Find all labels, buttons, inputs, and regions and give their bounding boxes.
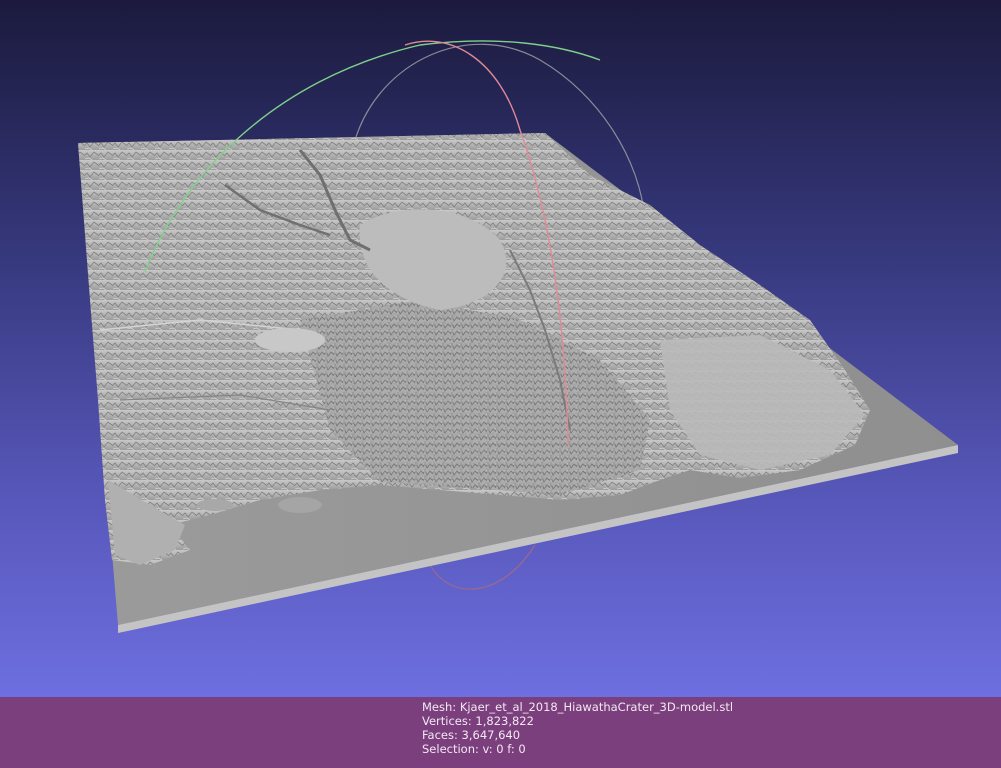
vertices-line: Vertices: 1,823,822 [422, 714, 733, 728]
status-bar: Mesh: Kjaer_et_al_2018_HiawathaCrater_3D… [0, 697, 1001, 768]
mesh-name: Kjaer_et_al_2018_HiawathaCrater_3D-model… [459, 700, 734, 714]
vertices-count: 1,823,822 [475, 714, 534, 728]
selection-line: Selection: v: 0 f: 0 [422, 742, 733, 756]
selection-label: Selection: [422, 742, 479, 756]
mesh-info-panel: Mesh: Kjaer_et_al_2018_HiawathaCrater_3D… [422, 700, 733, 756]
mesh-name-line: Mesh: Kjaer_et_al_2018_HiawathaCrater_3D… [422, 700, 733, 714]
selection-value: v: 0 f: 0 [482, 742, 526, 756]
terrain-scene[interactable] [0, 0, 1001, 697]
mesh-label: Mesh: [422, 700, 457, 714]
faces-line: Faces: 3,647,640 [422, 728, 733, 742]
vertices-label: Vertices: [422, 714, 472, 728]
3d-viewport[interactable] [0, 0, 1001, 697]
faces-label: Faces: [422, 728, 458, 742]
faces-count: 3,647,640 [461, 728, 521, 742]
